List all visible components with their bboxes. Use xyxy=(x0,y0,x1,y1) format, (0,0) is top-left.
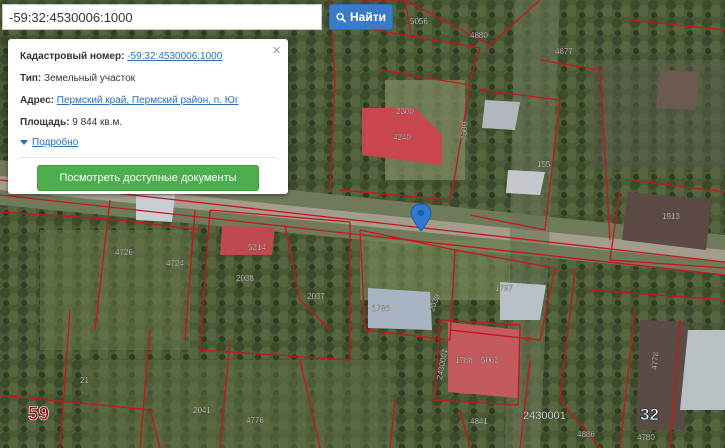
details-link[interactable]: Подробно xyxy=(32,137,78,148)
parcel-label: 4240 xyxy=(393,133,411,142)
parcel-label: 4724 xyxy=(166,259,184,268)
parcel-label: 1913 xyxy=(662,212,680,221)
address-row: Адрес: Пермский край, Пермский район, п.… xyxy=(20,94,276,107)
parcel-label: 5056 xyxy=(410,17,428,26)
search-icon xyxy=(336,12,346,22)
parcel-label: 1786 xyxy=(372,304,390,313)
parcel-label: 4726 xyxy=(115,248,133,257)
cadastral-label: Кадастровый номер: xyxy=(20,51,125,62)
parcel-label: 4880 xyxy=(470,31,488,40)
parcel-label: 4877 xyxy=(555,47,573,56)
type-label: Тип: xyxy=(20,73,42,84)
parcel-label: 2038 xyxy=(236,274,254,283)
parcel-info-popup: × Кадастровый номер: -59:32:4530006:1000… xyxy=(8,39,288,194)
parcel-label: 2037 xyxy=(307,292,325,301)
parcel-label: 5063 xyxy=(481,356,499,365)
type-value: Земельный участок xyxy=(44,73,136,84)
parcel-label: 155 xyxy=(537,160,551,169)
type-row: Тип: Земельный участок xyxy=(20,72,276,85)
area-row: Площадь: 9 844 кв.м. xyxy=(20,116,276,129)
details-toggle[interactable]: Подробно xyxy=(20,137,276,148)
cadastral-row: Кадастровый номер: -59:32:4530006:1000 xyxy=(20,50,276,63)
search-button[interactable]: Найти xyxy=(329,4,393,30)
cadastral-number-link[interactable]: -59:32:4530006:1000 xyxy=(127,51,222,62)
view-documents-button[interactable]: Посмотреть доступные документы xyxy=(37,165,259,191)
district-label-59: 59 xyxy=(28,404,49,425)
area-value: 9 844 кв.м. xyxy=(72,117,123,128)
parcel-label: 2430001 xyxy=(523,410,566,422)
parcel-label: 21 xyxy=(80,376,89,385)
district-label-32: 32 xyxy=(640,405,659,424)
parcel-label: 4886 xyxy=(577,430,595,439)
parcel-label: 2300 xyxy=(459,121,470,140)
parcel-label: 2041 xyxy=(193,406,211,415)
search-button-label: Найти xyxy=(350,10,386,24)
parcel-label: 4841 xyxy=(470,417,488,426)
close-icon[interactable]: × xyxy=(272,43,281,58)
parcel-label: 4780 xyxy=(637,433,655,442)
parcel-label: 2300 xyxy=(396,107,414,116)
parcel-label: 4776 xyxy=(246,416,264,425)
cadastral-search-input[interactable] xyxy=(2,4,322,30)
parcel-label: 1787 xyxy=(495,284,513,293)
parcel-label: 5214 xyxy=(248,243,266,252)
area-label: Площадь: xyxy=(20,117,70,128)
address-link[interactable]: Пермский край, Пермский район, п. Юг xyxy=(57,95,239,106)
popup-divider xyxy=(20,157,276,158)
caret-down-icon xyxy=(20,139,28,145)
parcel-label: 1788 xyxy=(455,356,473,365)
address-label: Адрес: xyxy=(20,95,54,106)
parcel-label: 4778 xyxy=(650,351,661,370)
